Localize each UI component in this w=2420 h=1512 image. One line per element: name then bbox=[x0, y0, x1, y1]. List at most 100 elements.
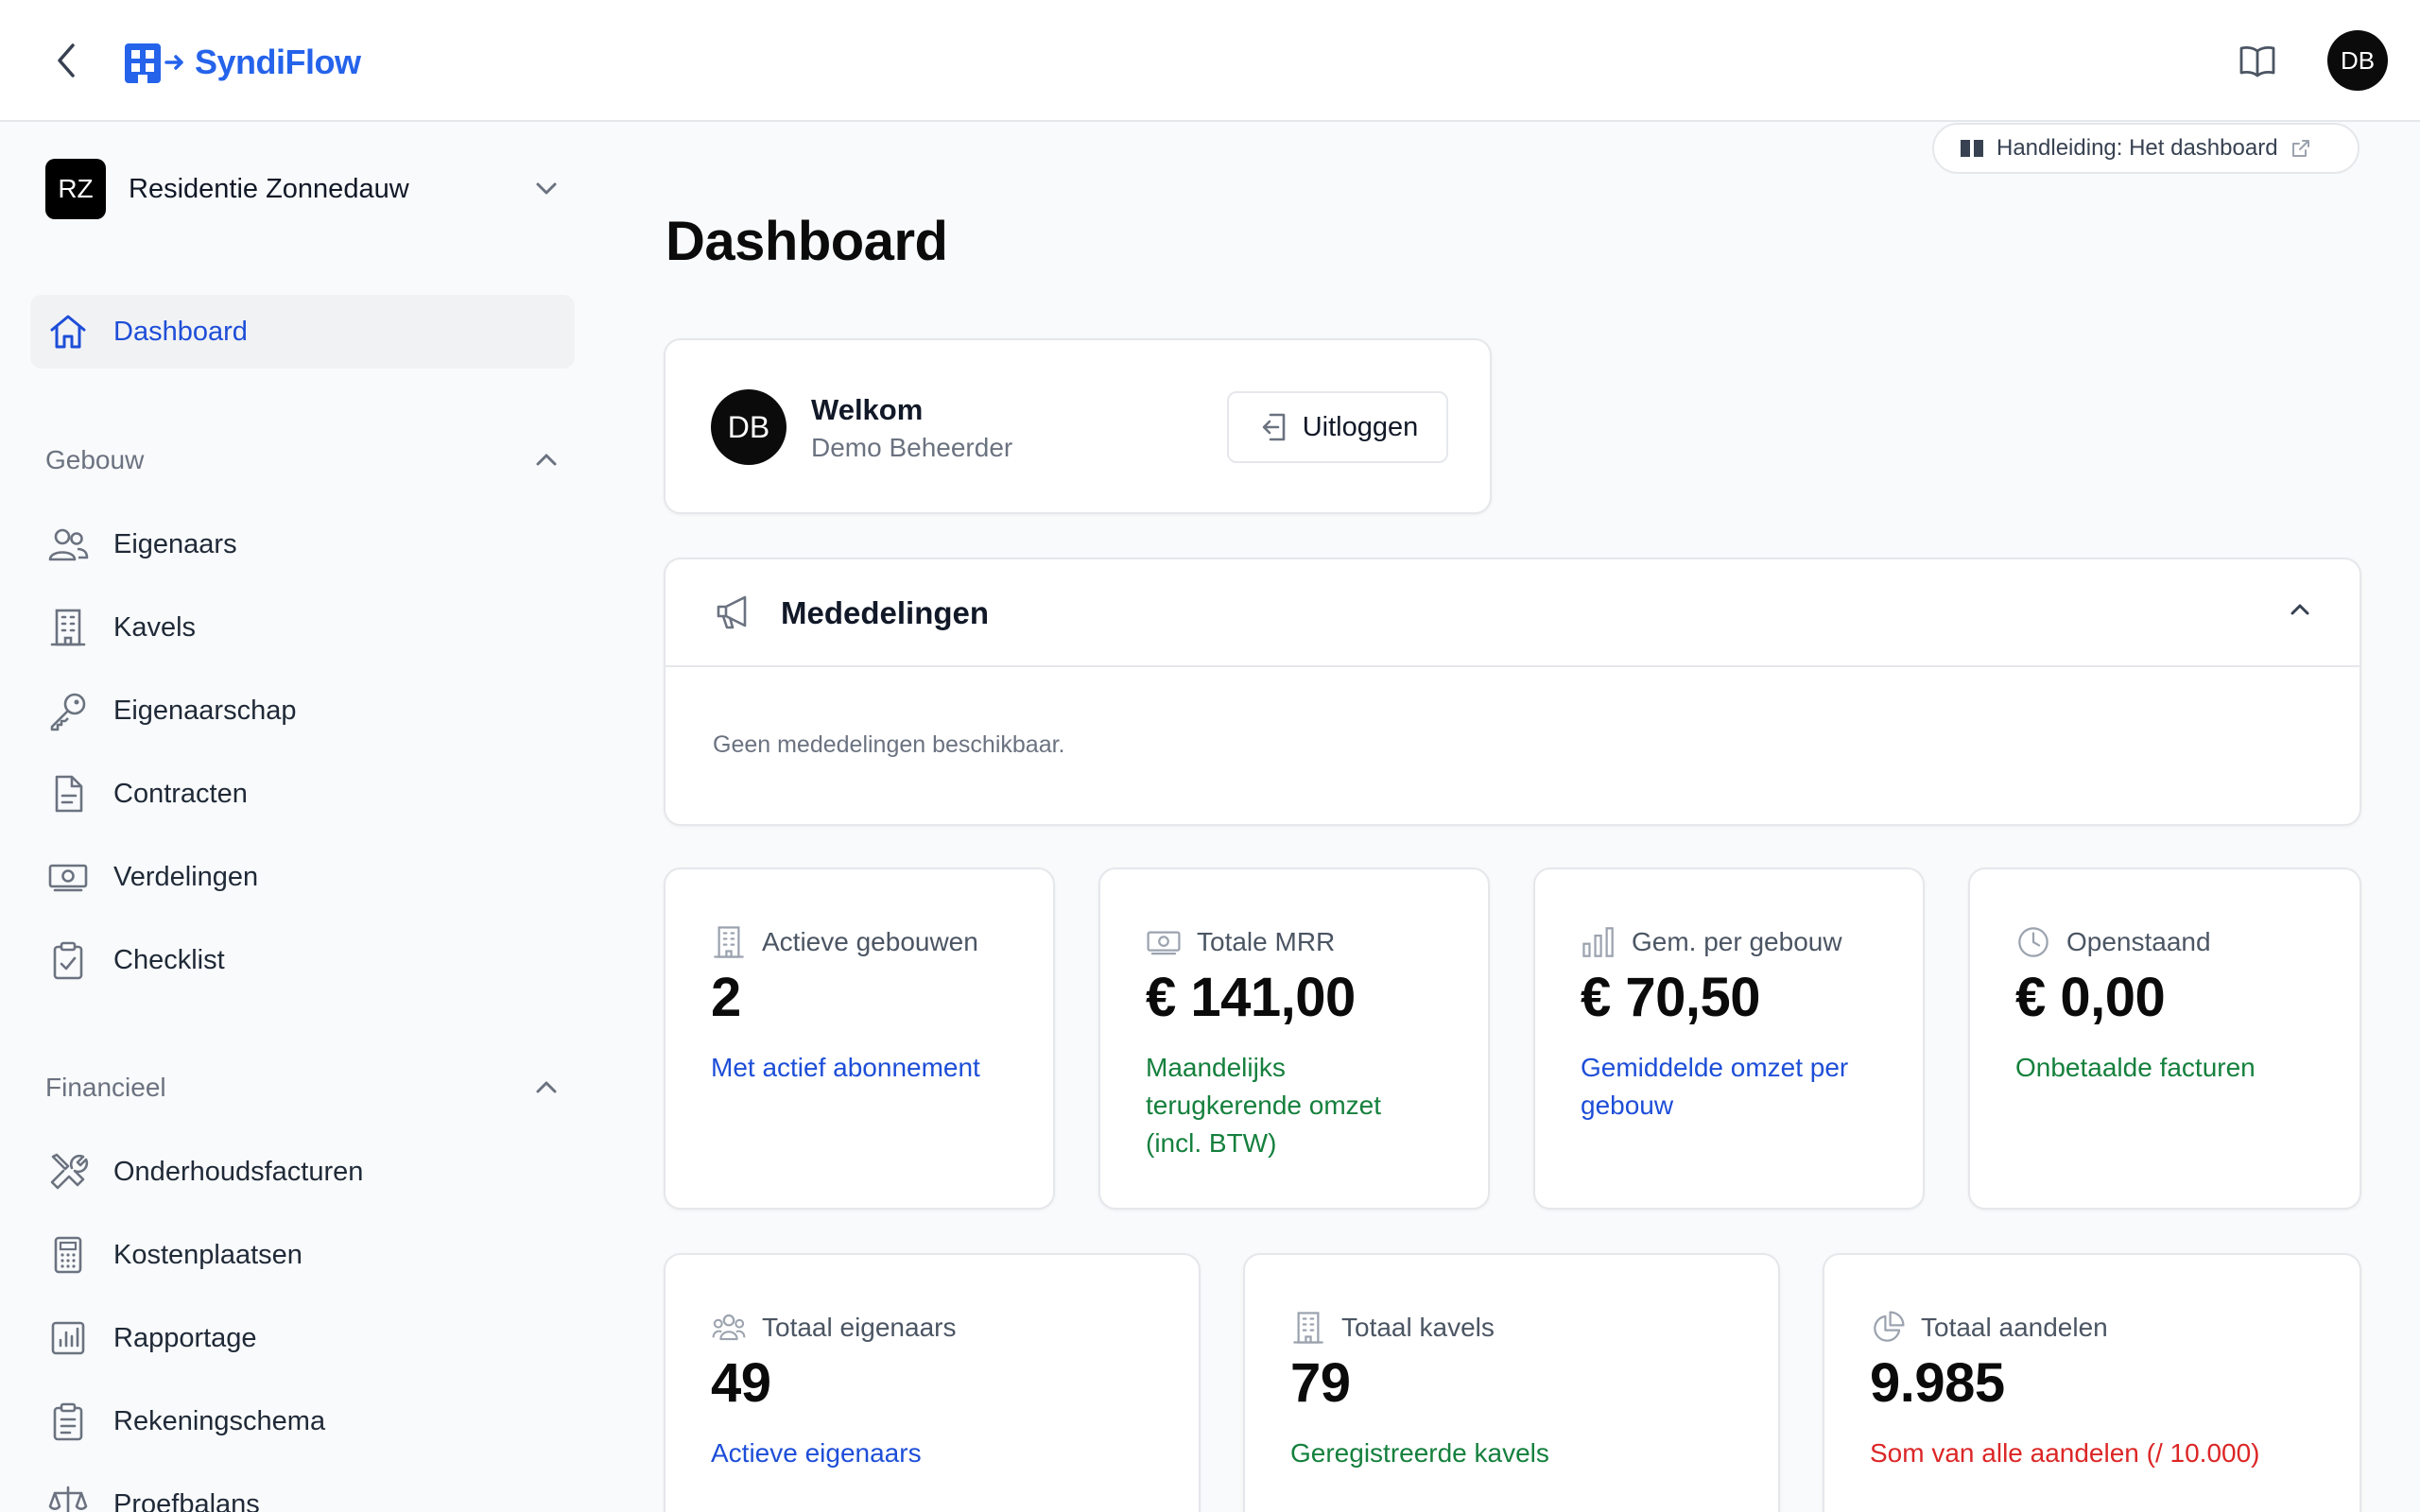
users-icon bbox=[48, 528, 89, 561]
user-avatar[interactable]: DB bbox=[2327, 30, 2388, 91]
tools-icon bbox=[50, 1153, 89, 1190]
document-icon bbox=[55, 775, 83, 813]
chevron-down-icon bbox=[536, 182, 557, 195]
stat-card-total-shares: Totaal aandelen 9.985 Som van alle aande… bbox=[1823, 1253, 2361, 1512]
docs-button[interactable] bbox=[2237, 42, 2278, 79]
sidebar-item-label: Verdelingen bbox=[113, 861, 259, 892]
banknote-icon bbox=[48, 864, 88, 892]
organization-switcher[interactable]: RZ Residentie Zonnedauw bbox=[45, 158, 560, 220]
stat-description: Som van alle aandelen (/ 10.000) bbox=[1870, 1438, 2260, 1468]
sidebar-item-checklist[interactable]: Checklist bbox=[30, 923, 575, 997]
avatar: DB bbox=[711, 389, 786, 465]
sidebar-item-label: Kostenplaatsen bbox=[113, 1239, 302, 1270]
external-link-icon bbox=[2291, 140, 2309, 157]
logout-button[interactable]: Uitloggen bbox=[1227, 391, 1448, 463]
stat-description: Gemiddelde omzet per gebouw bbox=[1581, 1053, 1849, 1120]
clipboard-list-icon bbox=[53, 1402, 83, 1441]
bar-chart-icon bbox=[51, 1321, 85, 1355]
logout-label: Uitloggen bbox=[1302, 411, 1419, 442]
stat-card-active-buildings: Actieve gebouwen 2 Met actief abonnement bbox=[664, 868, 1055, 1210]
stat-card-total-lots: Totaal kavels 79 Geregistreerde kavels bbox=[1243, 1253, 1780, 1512]
book-icon bbox=[1961, 140, 1983, 157]
stat-value: 49 bbox=[711, 1352, 771, 1414]
stat-value: 79 bbox=[1290, 1352, 1351, 1414]
sidebar: RZ Residentie Zonnedauw Dashboard Gebouw… bbox=[0, 124, 605, 1512]
manual-link-label: Handleiding: Het dashboard bbox=[1996, 135, 2278, 161]
org-avatar: RZ bbox=[45, 159, 106, 219]
sidebar-item-label: Kavels bbox=[113, 611, 197, 643]
megaphone-icon bbox=[717, 595, 747, 629]
logout-icon bbox=[1262, 413, 1286, 441]
sidebar-item-label: Checklist bbox=[113, 944, 225, 975]
sidebar-item-rapportage[interactable]: Rapportage bbox=[30, 1301, 575, 1375]
back-button[interactable] bbox=[45, 38, 87, 83]
stat-label: Gem. per gebouw bbox=[1632, 927, 1842, 956]
bar-chart-icon bbox=[1582, 927, 1614, 957]
home-icon bbox=[50, 315, 86, 349]
section-title: Gebouw bbox=[45, 445, 145, 474]
stat-description: Maandelijks terugkerende omzet (incl. BT… bbox=[1146, 1053, 1382, 1158]
sidebar-item-contracten[interactable]: Contracten bbox=[30, 757, 575, 831]
sidebar-item-label: Onderhoudsfacturen bbox=[113, 1156, 364, 1187]
calculator-icon bbox=[54, 1236, 82, 1274]
stat-value: 2 bbox=[711, 967, 741, 1028]
building-icon bbox=[50, 609, 86, 646]
stat-description: Onbetaalde facturen bbox=[2015, 1053, 2256, 1082]
sidebar-item-label: Dashboard bbox=[113, 316, 248, 347]
sidebar-item-proefbalans[interactable]: Proefbalans bbox=[30, 1468, 575, 1512]
stat-card-total-owners: Totaal eigenaars 49 Actieve eigenaars bbox=[664, 1253, 1201, 1512]
chevron-up-icon bbox=[536, 454, 557, 466]
sidebar-item-onderhoudsfacturen[interactable]: Onderhoudsfacturen bbox=[30, 1135, 575, 1209]
chevron-left-icon bbox=[58, 43, 75, 77]
scale-icon bbox=[48, 1486, 88, 1512]
stat-card-outstanding: Openstaand € 0,00 Onbetaalde facturen bbox=[1968, 868, 2361, 1210]
clock-icon bbox=[2018, 927, 2048, 957]
sidebar-item-label: Proefbalans bbox=[113, 1488, 260, 1512]
sidebar-item-label: Eigenaars bbox=[113, 528, 237, 559]
stat-label: Totaal eigenaars bbox=[762, 1313, 957, 1342]
stat-value: € 0,00 bbox=[2015, 967, 2166, 1028]
sidebar-item-eigenaars[interactable]: Eigenaars bbox=[30, 507, 575, 581]
welcome-user-name: Demo Beheerder bbox=[811, 433, 1013, 462]
section-gebouw-toggle[interactable]: Gebouw bbox=[45, 439, 560, 481]
stat-card-avg-per-building: Gem. per gebouw € 70,50 Gemiddelde omzet… bbox=[1533, 868, 1925, 1210]
stat-value: 9.985 bbox=[1870, 1352, 2005, 1414]
sidebar-item-verdelingen[interactable]: Verdelingen bbox=[30, 840, 575, 914]
app-logo[interactable]: SyndiFlow bbox=[123, 40, 361, 85]
section-financieel-toggle[interactable]: Financieel bbox=[45, 1067, 560, 1108]
stat-value: € 70,50 bbox=[1581, 967, 1761, 1028]
page-title: Dashboard bbox=[666, 211, 948, 272]
welcome-card: DB Welkom Demo Beheerder Uitloggen bbox=[664, 338, 1492, 514]
book-open-icon bbox=[2239, 46, 2275, 77]
stat-description: Met actief abonnement bbox=[711, 1053, 980, 1082]
building-logo-icon bbox=[125, 43, 183, 83]
sidebar-item-label: Rapportage bbox=[113, 1322, 257, 1353]
pie-chart-icon bbox=[1874, 1311, 1905, 1342]
welcome-greeting: Welkom bbox=[811, 393, 924, 426]
sidebar-item-label: Eigenaarschap bbox=[113, 695, 297, 726]
announcements-panel: Mededelingen Geen mededelingen beschikba… bbox=[664, 558, 2361, 826]
building-icon bbox=[1293, 1312, 1323, 1344]
announcements-header[interactable]: Mededelingen bbox=[666, 559, 2360, 667]
users-icon bbox=[712, 1314, 746, 1341]
sidebar-item-rekeningschema[interactable]: Rekeningschema bbox=[30, 1384, 575, 1458]
sidebar-item-dashboard[interactable]: Dashboard bbox=[30, 295, 575, 369]
sidebar-item-eigenaarschap[interactable]: Eigenaarschap bbox=[30, 674, 575, 747]
banknote-icon bbox=[1147, 931, 1181, 955]
sidebar-item-kostenplaatsen[interactable]: Kostenplaatsen bbox=[30, 1218, 575, 1292]
sidebar-item-kavels[interactable]: Kavels bbox=[30, 591, 575, 664]
announcements-empty-text: Geen mededelingen beschikbaar. bbox=[713, 731, 1065, 758]
org-name: Residentie Zonnedauw bbox=[129, 173, 409, 204]
manual-link[interactable]: Handleiding: Het dashboard bbox=[1932, 123, 2360, 174]
app-name: SyndiFlow bbox=[195, 43, 361, 81]
stat-label: Totaal aandelen bbox=[1921, 1313, 2108, 1342]
stat-description: Actieve eigenaars bbox=[711, 1438, 922, 1468]
chevron-up-icon[interactable] bbox=[2286, 595, 2314, 624]
stat-label: Openstaand bbox=[2066, 927, 2211, 956]
stat-label: Totale MRR bbox=[1197, 927, 1336, 956]
stat-value: € 141,00 bbox=[1146, 967, 1356, 1028]
sidebar-item-label: Rekeningschema bbox=[113, 1405, 326, 1436]
stat-card-total-mrr: Totale MRR € 141,00 Maandelijks terugker… bbox=[1098, 868, 1490, 1210]
sidebar-item-label: Contracten bbox=[113, 778, 248, 809]
stat-description: Geregistreerde kavels bbox=[1290, 1438, 1549, 1468]
